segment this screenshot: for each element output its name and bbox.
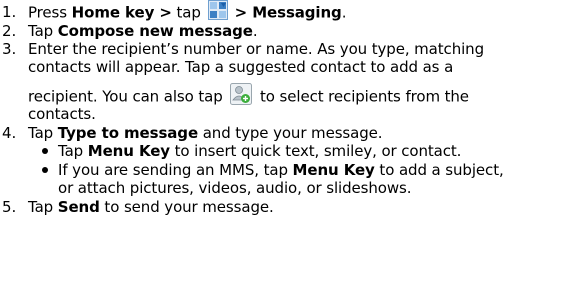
step-5-number: 5. bbox=[2, 198, 17, 216]
step-1-period: . bbox=[341, 3, 347, 22]
step-2-text-a: Tap bbox=[28, 22, 58, 40]
step-1-text-b: tap bbox=[171, 3, 206, 22]
bullet-dot bbox=[42, 148, 48, 154]
step-1-number: 1. bbox=[2, 3, 17, 21]
step-5-send: Send bbox=[57, 198, 100, 216]
step-2-number: 2. bbox=[2, 22, 17, 40]
step-2-period: . bbox=[252, 22, 258, 40]
step-1-messaging: > Messaging bbox=[229, 3, 342, 22]
step-4-text-b: and type your message. bbox=[198, 124, 383, 142]
step-3-line-3: recipient. You can also tap to select re… bbox=[28, 83, 469, 106]
step-1-text-a: Press bbox=[28, 3, 72, 22]
step-3-line-4: contacts. bbox=[28, 105, 96, 123]
add-contact-icon bbox=[230, 83, 253, 105]
step-4-bullet-2-line-1: If you are sending an MMS, tap Menu Key … bbox=[58, 161, 504, 179]
bullet-1-menu-key: Menu Key bbox=[87, 142, 170, 160]
bullet-1-text-a: Tap bbox=[58, 142, 88, 160]
step-4-text: Tap Type to message and type your messag… bbox=[28, 124, 383, 142]
step-5-text-a: Tap bbox=[28, 198, 58, 216]
step-4-bullet-1: Tap Menu Key to insert quick text, smile… bbox=[58, 142, 461, 160]
step-3-number: 3. bbox=[2, 40, 17, 58]
launcher-grid-icon bbox=[207, 0, 228, 20]
bullet-2-menu-key: Menu Key bbox=[292, 161, 375, 179]
step-5-text: Tap Send to send your message. bbox=[28, 198, 274, 216]
bullet-2-text-a: If you are sending an MMS, tap bbox=[58, 161, 293, 179]
bullet-2-text-b: to add a subject, bbox=[374, 161, 504, 179]
step-3-line-1: Enter the recipient’s number or name. As… bbox=[28, 40, 485, 58]
step-4-bullet-2-line-2: or attach pictures, videos, audio, or sl… bbox=[58, 179, 412, 197]
step-4-number: 4. bbox=[2, 124, 17, 142]
instruction-page: 1. Press Home key > tap > Messaging. 2. … bbox=[0, 0, 565, 282]
step-4-text-a: Tap bbox=[28, 124, 58, 142]
bullet-dot bbox=[42, 167, 48, 173]
step-1-home-key: Home key > bbox=[71, 3, 172, 22]
bullet-1-text-b: to insert quick text, smiley, or contact… bbox=[169, 142, 462, 160]
step-3-line-2: contacts will appear. Tap a suggested co… bbox=[28, 58, 454, 76]
step-3-line-3-a: recipient. You can also tap bbox=[28, 87, 228, 106]
step-1-text: Press Home key > tap > Messaging. bbox=[28, 0, 347, 22]
step-3-line-3-b: to select recipients from the bbox=[255, 87, 469, 106]
step-4-type-to-message: Type to message bbox=[57, 124, 199, 142]
step-2-compose: Compose new message bbox=[57, 22, 253, 40]
step-2-text: Tap Compose new message. bbox=[28, 22, 258, 40]
step-5-text-b: to send your message. bbox=[99, 198, 274, 216]
